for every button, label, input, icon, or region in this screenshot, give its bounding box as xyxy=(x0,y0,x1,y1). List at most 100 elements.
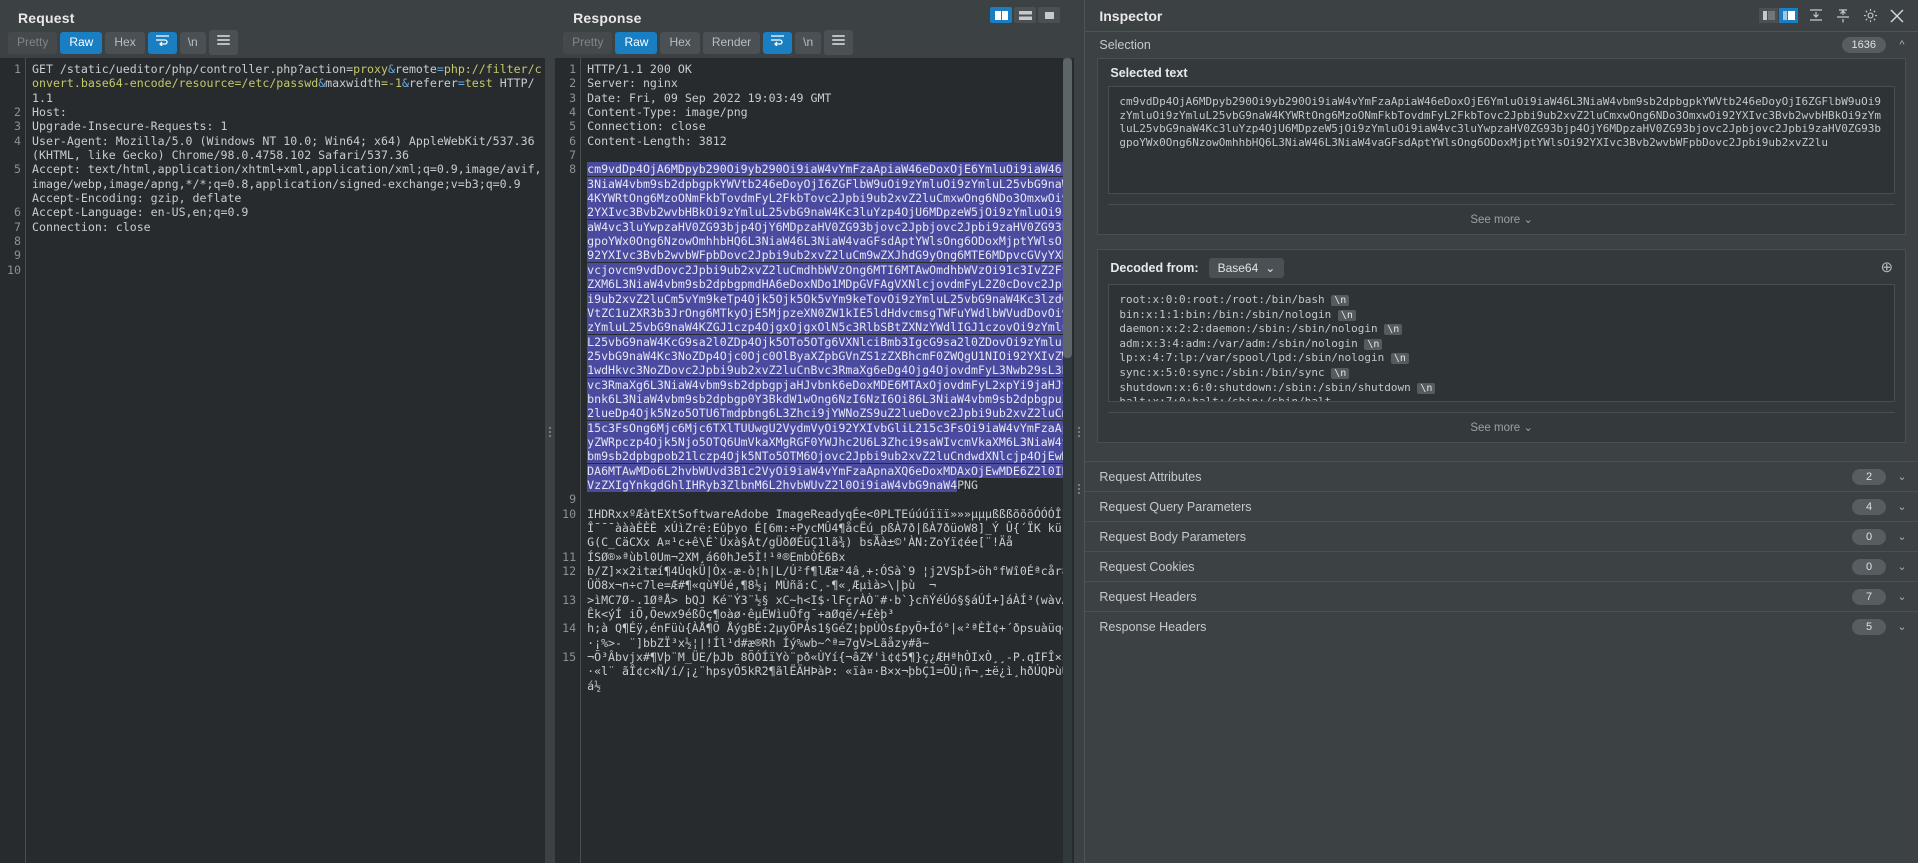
decoded-line: adm:x:3:4:adm:/var/adm:/sbin/nologin \n xyxy=(1119,337,1884,352)
split-vertical-layout-icon[interactable] xyxy=(990,7,1013,23)
splitter-grip-icon-2 xyxy=(1078,425,1081,439)
request-code-line: GET /static/ueditor/php/controller.php?a… xyxy=(32,62,542,105)
inspector-section-response-headers[interactable]: Response Headers 5 ⌄ xyxy=(1085,611,1918,641)
request-word-wrap-icon[interactable] xyxy=(147,31,177,54)
gear-icon[interactable] xyxy=(1861,7,1879,25)
decoded-line: sync:x:5:0:sync:/sbin:/bin/sync \n xyxy=(1119,366,1884,381)
request-panel: Request Pretty Raw Hex \n 1 2 3 4 5 6 7 … xyxy=(0,0,546,863)
panel-left-icon[interactable] xyxy=(1759,8,1779,23)
close-icon[interactable] xyxy=(1888,7,1906,25)
request-editor[interactable]: 1 2 3 4 5 6 7 8 9 10 GET /static/ueditor… xyxy=(0,58,546,863)
inspector-section-label: Response Headers xyxy=(1099,619,1207,634)
split-horizontal-layout-icon[interactable] xyxy=(1014,7,1037,23)
response-word-wrap-icon[interactable] xyxy=(763,31,793,54)
response-header-line: Date: Fri, 09 Sep 2022 19:03:49 GMT xyxy=(587,90,832,105)
escape-sequence-badge: \n xyxy=(1331,295,1350,306)
inspector-section-request-query-parameters[interactable]: Request Query Parameters 4 ⌄ xyxy=(1085,491,1918,521)
decoded-from-label: Decoded from: xyxy=(1110,261,1199,275)
response-pretty-button[interactable]: Pretty xyxy=(563,31,613,54)
panel-right-icon[interactable] xyxy=(1779,8,1799,23)
response-editor[interactable]: 1 2 3 4 5 6 7 8 9 10 11 12 13 14 15 HTTP… xyxy=(555,58,1075,863)
response-header-line: Content-Length: 3812 xyxy=(587,133,727,148)
request-code[interactable]: GET /static/ueditor/php/controller.php?a… xyxy=(26,58,545,863)
escape-sequence-badge: \n xyxy=(1364,338,1383,350)
response-body-base64[interactable]: cm9vdDp4OjA6MDpyb290Oi9yb290Oi9iaW4vYmFz… xyxy=(587,162,1074,492)
inspector-section-request-body-parameters[interactable]: Request Body Parameters 0 ⌄ xyxy=(1085,521,1918,551)
response-code[interactable]: HTTP/1.1 200 OK Server: nginx Date: Fri, 0… xyxy=(581,58,1074,863)
escape-sequence-badge: \n xyxy=(1384,324,1403,336)
chevron-down-icon: ⌄ xyxy=(1265,261,1276,275)
expand-all-icon[interactable] xyxy=(1834,7,1852,25)
chevron-up-icon[interactable]: ^ xyxy=(1896,39,1908,51)
response-raw-button[interactable]: Raw xyxy=(615,31,658,54)
request-hex-button[interactable]: Hex xyxy=(105,31,145,54)
single-pane-layout-icon[interactable] xyxy=(1038,7,1061,23)
collapse-all-icon[interactable] xyxy=(1807,7,1825,25)
request-toolbar: Pretty Raw Hex \n xyxy=(0,29,545,58)
inspector-section-label: Request Headers xyxy=(1099,589,1197,604)
chevron-down-icon[interactable]: ⌄ xyxy=(1896,620,1908,633)
selection-see-more-button[interactable]: See more ⌄ xyxy=(1108,204,1896,234)
decoded-see-more-button[interactable]: See more ⌄ xyxy=(1108,412,1896,442)
chevron-down-icon[interactable]: ⌄ xyxy=(1896,590,1908,603)
response-hex-button[interactable]: Hex xyxy=(660,31,700,54)
inspector-vertical-grip-icon[interactable] xyxy=(1078,482,1080,496)
response-binary-line: ¬Õ³Âbvjx#¶Vþ¨M_ÜE/þJb 8ÕÓÍïYò¨pð«ÙYí{¬âZ… xyxy=(587,650,1069,693)
add-decoder-icon[interactable]: ⊕ xyxy=(1880,260,1893,275)
request-code-line: Accept: text/html,application/xhtml+xml,… xyxy=(32,162,542,191)
response-scrollbar[interactable] xyxy=(1063,58,1073,863)
selected-text-card: Selected text cm9vdDp4OjA6MDpyb290Oi9yb2… xyxy=(1097,58,1907,235)
chevron-down-icon[interactable]: ⌄ xyxy=(1896,530,1908,543)
decoded-line: shutdown:x:6:0:shutdown:/sbin:/sbin/shut… xyxy=(1119,381,1884,396)
inspector-section-request-headers[interactable]: Request Headers 7 ⌄ xyxy=(1085,581,1918,611)
response-render-button[interactable]: Render xyxy=(702,31,761,54)
request-code-line: Upgrade-Insecure-Requests: 1 xyxy=(32,119,228,134)
escape-sequence-badge: \n xyxy=(1337,309,1356,321)
request-menu-icon[interactable] xyxy=(208,29,238,56)
response-menu-icon[interactable] xyxy=(824,29,854,56)
response-header-line xyxy=(587,148,1074,162)
inspector-section-label: Request Cookies xyxy=(1099,559,1195,574)
inspector-dock-toggle xyxy=(1759,8,1799,23)
inspector-section-request-cookies[interactable]: Request Cookies 0 ⌄ xyxy=(1085,551,1918,581)
inspector-header-icons xyxy=(1759,7,1906,25)
response-binary-line: b/Z]×x2itæí¶4ÚqkÜ|Òx-æ-ò¦h|L/Ú²f¶lÆæ²4â¸… xyxy=(587,564,1069,593)
request-pretty-button[interactable]: Pretty xyxy=(8,31,58,54)
inspector-section-label: Request Query Parameters xyxy=(1099,499,1252,514)
inspector-header: Inspector xyxy=(1085,0,1918,32)
decoded-format-select[interactable]: Base64 ⌄ xyxy=(1208,258,1285,278)
decoded-line: root:x:0:0:root:/root:/bin/bash \n xyxy=(1119,293,1884,308)
request-newline-icon[interactable]: \n xyxy=(179,31,206,54)
splitter-grip-icon xyxy=(549,425,552,439)
inspector-panel: Inspector Selection 1636 ^ Selected text… xyxy=(1084,0,1918,863)
decoded-line: bin:x:1:1:bin:/bin:/sbin/nologin \n xyxy=(1119,308,1884,323)
chevron-down-icon[interactable]: ⌄ xyxy=(1896,470,1908,483)
chevron-down-icon[interactable]: ⌄ xyxy=(1896,560,1908,573)
request-code-line: User-Agent: Mozilla/5.0 (Windows NT 10.0… xyxy=(32,133,542,163)
chevron-down-icon: ⌄ xyxy=(1523,422,1534,434)
inspector-sections: Request Attributes 2 ⌄ Request Query Parame… xyxy=(1085,461,1918,641)
response-panel: Response Pretty Raw Hex Render \n 1 2 3 … xyxy=(555,0,1075,863)
selected-text-label: Selected text xyxy=(1110,66,1188,80)
request-response-splitter[interactable] xyxy=(545,0,556,863)
inspector-section-count-badge: 4 xyxy=(1852,498,1887,515)
inspector-section-count-badge: 7 xyxy=(1852,588,1887,605)
request-code-line: Host: xyxy=(32,105,74,120)
inspector-section-request-attributes[interactable]: Request Attributes 2 ⌄ xyxy=(1085,461,1918,491)
response-binary-line: ÍSØ®»ªùbl0Um¬2XM¸á60hJe5Ì!¹ª®EmbÒÈ6Bx xyxy=(587,549,846,564)
response-body-selection: cm9vdDp4OjA6MDpyb290Oi9yb290Oi9iaW4vYmFz… xyxy=(587,162,1069,492)
response-scrollbar-thumb[interactable] xyxy=(1063,58,1073,358)
decoded-format-value: Base64 xyxy=(1217,261,1259,275)
response-inspector-splitter[interactable] xyxy=(1074,0,1085,863)
inspector-section-count-badge: 0 xyxy=(1852,558,1887,575)
decoded-text-box[interactable]: root:x:0:0:root:/root:/bin/bash \n bin:x:… xyxy=(1108,284,1896,402)
response-newline-icon[interactable]: \n xyxy=(795,31,822,54)
chevron-down-icon[interactable]: ⌄ xyxy=(1896,500,1908,513)
request-raw-button[interactable]: Raw xyxy=(60,31,103,54)
response-binary-line: IHDRxxºÆàtEXtSoftwareAdobe ImageReadyqÉe… xyxy=(587,506,1069,550)
selection-section-header[interactable]: Selection 1636 ^ xyxy=(1085,32,1918,58)
selection-see-more-label: See more xyxy=(1470,214,1521,226)
selection-count-badge: 1636 xyxy=(1841,37,1887,53)
selected-text-box[interactable]: cm9vdDp4OjA6MDpyb290Oi9yb290Oi9iaW4vYmFz… xyxy=(1108,86,1896,194)
inspector-body: Selection 1636 ^ Selected text cm9vdDp4O… xyxy=(1085,32,1918,863)
